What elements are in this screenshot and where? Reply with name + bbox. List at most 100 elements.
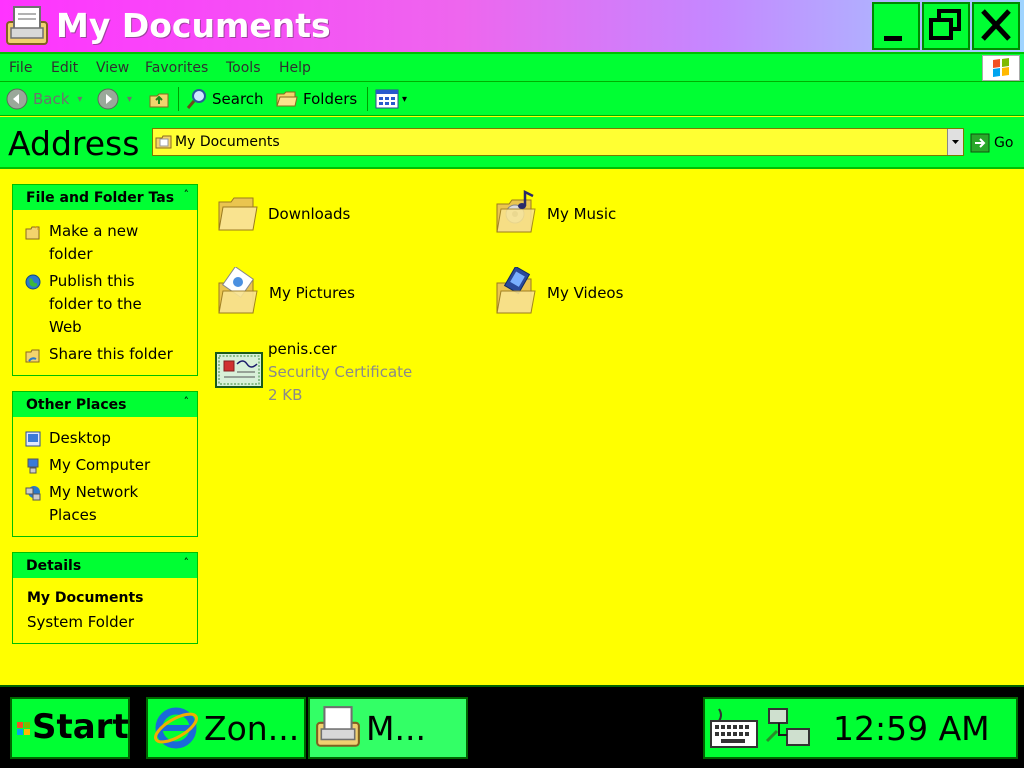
taskbar-button-ie[interactable]: Zon... [146,697,306,759]
minimize-button[interactable] [872,2,920,50]
menu-file[interactable]: File [9,60,32,76]
printer-folder-icon [316,706,360,747]
maximize-button[interactable] [922,2,970,50]
folders-button[interactable]: Folders [275,87,357,111]
up-folder-icon [149,93,169,108]
menu-help[interactable]: Help [279,60,311,76]
taskbar-task-label: Zon... [204,709,300,748]
task-label: Publish this folder to the Web [49,272,142,336]
menu-view[interactable]: View [96,60,129,76]
keyboard-icon[interactable] [709,707,759,751]
system-tray: 12:59 AM [703,697,1018,759]
start-button[interactable]: Start [10,697,130,759]
taskbar-task-label: M... [366,709,426,748]
menu-bar: File Edit View Favorites Tools Help [0,54,1024,82]
forward-button[interactable]: ▾ [97,87,132,111]
globe-icon [25,274,41,290]
up-button[interactable] [148,87,170,111]
folder-item[interactable]: My Music [493,188,683,240]
item-size: 2 KB [268,386,303,404]
item-name: My Pictures [269,284,355,302]
windows-logo-icon [17,722,30,735]
forward-arrow-icon [97,88,119,110]
item-type: Security Certificate [268,363,413,381]
go-label: Go [994,135,1014,151]
file-folder-tasks-panel: File and Folder Tasks ˄ Make a new folde… [12,184,198,376]
desktop-icon [25,431,41,447]
share-folder-icon [25,349,40,363]
network-tray-icon[interactable] [765,705,815,753]
window-title: My Documents [56,6,331,45]
folder-item[interactable]: Downloads [215,192,405,240]
task-label: Share this folder [49,345,173,363]
search-button[interactable]: Search [186,87,264,111]
item-name: Downloads [268,205,351,223]
item-name: My Videos [547,284,624,302]
toolbar: Back ▾ ▾ Search Folders ▾ [0,82,1024,116]
panel-title: Details [26,558,82,574]
back-label: Back [33,90,70,108]
menu-favorites[interactable]: Favorites [145,60,208,76]
go-arrow-icon [970,133,990,153]
back-button[interactable]: Back ▾ [6,87,82,111]
taskbar: Start Zon... M... 12:59 AM [0,685,1024,768]
other-places-panel: Other Places ˄ Desktop My Computer My Ne… [12,391,198,537]
folder-item[interactable]: My Pictures [215,267,405,317]
task-share-folder[interactable]: Share this folder [25,343,179,370]
maximize-icon [929,9,961,40]
address-label: Address [8,124,140,163]
back-arrow-icon [6,88,28,110]
place-label: My Network Places [49,483,139,524]
item-name: My Music [547,205,617,223]
task-publish-web[interactable]: Publish this folder to the Web [25,270,179,339]
place-desktop[interactable]: Desktop [25,427,179,454]
close-button[interactable] [972,2,1020,50]
file-item[interactable]: penis.cer Security Certificate 2 KB [215,340,455,406]
printer-folder-icon [6,6,48,45]
place-my-network[interactable]: My Network Places [25,481,179,527]
forward-dropdown-icon[interactable]: ▾ [127,94,132,105]
panel-header[interactable]: Details ˄ [13,553,197,578]
windows-logo-icon [993,58,1009,77]
go-button[interactable]: Go [970,132,1013,154]
folder-icon [218,197,258,231]
details-type: System Folder [27,613,135,631]
views-icon [375,89,399,109]
my-documents-small-icon [155,135,172,149]
minimize-icon [884,36,902,41]
folders-label: Folders [303,90,358,108]
address-dropdown-button[interactable] [947,129,963,155]
search-label: Search [212,90,264,108]
new-folder-icon [25,225,40,240]
menu-tools[interactable]: Tools [226,60,261,76]
panel-title: File and Folder Tasks [26,190,174,206]
network-icon [25,486,41,501]
views-button[interactable]: ▾ [375,87,407,111]
collapse-chevron-icon[interactable]: ˄ [184,556,190,569]
place-my-computer[interactable]: My Computer [25,454,179,481]
address-input[interactable]: My Documents [152,128,964,156]
panel-title: Other Places [26,397,127,413]
taskbar-button-my-documents[interactable]: M... [308,697,468,759]
clock[interactable]: 12:59 AM [833,709,990,748]
folders-icon [276,91,298,107]
menu-edit[interactable]: Edit [51,60,78,76]
task-make-new-folder[interactable]: Make a new folder [25,220,179,266]
windows-logo [982,55,1020,81]
computer-icon [27,458,39,474]
collapse-chevron-icon[interactable]: ˄ [184,395,190,408]
search-icon [186,89,206,109]
address-bar: Address My Documents Go [0,117,1024,169]
internet-explorer-icon [154,707,198,749]
place-label: My Computer [49,456,151,474]
panel-header[interactable]: File and Folder Tasks ˄ [13,185,197,210]
details-name: My Documents [27,590,144,606]
pictures-folder-icon [218,267,258,314]
back-dropdown-icon[interactable]: ▾ [77,94,82,105]
folder-item[interactable]: My Videos [493,267,683,317]
collapse-chevron-icon[interactable]: ˄ [184,188,190,201]
chevron-down-icon [952,140,959,144]
address-value: My Documents [175,134,280,150]
views-dropdown-icon: ▾ [402,93,408,105]
panel-header[interactable]: Other Places ˄ [13,392,197,417]
